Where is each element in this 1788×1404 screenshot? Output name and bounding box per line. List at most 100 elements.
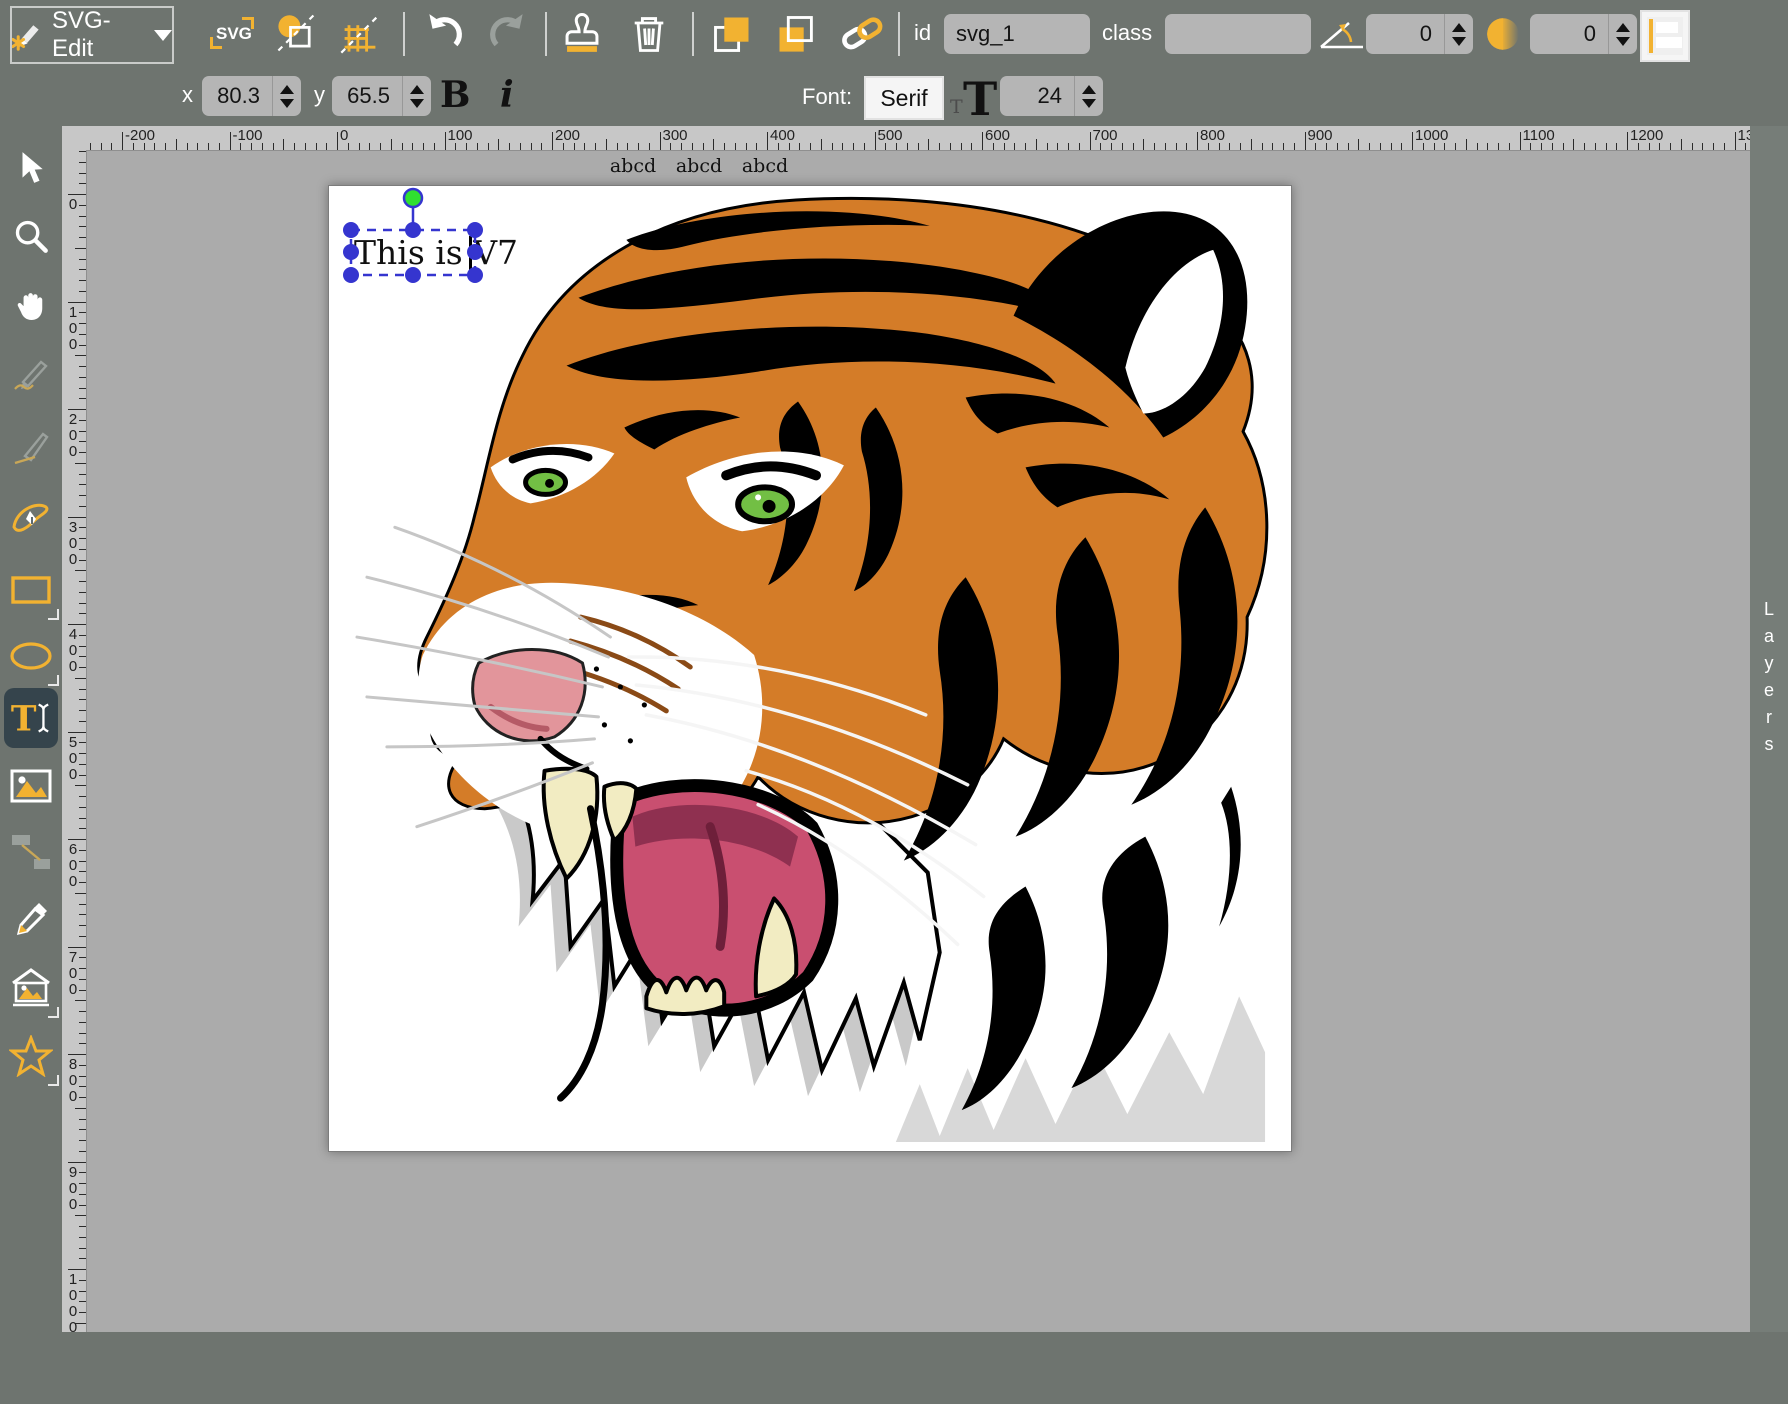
ruler-tick — [638, 143, 639, 150]
document-properties-button[interactable] — [272, 10, 320, 58]
pan-tool-button[interactable] — [7, 280, 55, 328]
ruler-tick — [1444, 143, 1445, 150]
svg-text:T: T — [11, 699, 37, 738]
main-menu-button[interactable]: SVG-Edit — [10, 6, 174, 64]
redo-button[interactable] — [484, 10, 532, 58]
text-tool-button[interactable]: T — [4, 688, 58, 748]
ruler-tick — [864, 143, 865, 150]
ruler-tick — [68, 1269, 86, 1270]
ruler-tick — [1563, 143, 1564, 150]
editor-preferences-button[interactable] — [336, 10, 384, 58]
move-to-top-button[interactable] — [708, 10, 756, 58]
bold-button[interactable]: B — [440, 74, 470, 116]
italic-button[interactable]: i — [500, 74, 514, 116]
selected-text-element[interactable]: This is V7 — [354, 233, 518, 273]
ruler-tick — [1143, 139, 1144, 150]
ruler-label: 600 — [65, 842, 81, 890]
ruler-tick — [756, 143, 757, 150]
align-button[interactable] — [1640, 10, 1690, 62]
ruler-tick — [1186, 143, 1187, 150]
ruler-tick — [982, 132, 983, 150]
pencil-icon — [11, 356, 51, 396]
angle-spinner[interactable] — [1444, 14, 1473, 54]
clone-button[interactable] — [558, 10, 606, 58]
ruler-tick — [692, 143, 693, 150]
font-size-spinner[interactable] — [1074, 76, 1103, 116]
ruler-tick — [767, 132, 768, 150]
svg-canvas[interactable]: This is V7 — [328, 185, 1292, 1152]
ruler-tick — [939, 143, 940, 150]
font-size-input[interactable] — [1000, 76, 1074, 116]
ruler-tick — [1025, 143, 1026, 150]
x-spinner[interactable] — [272, 76, 301, 116]
chevron-down-icon — [154, 30, 172, 41]
delete-button[interactable] — [625, 10, 673, 58]
ruler-tick — [79, 398, 86, 399]
redo-icon — [485, 11, 531, 57]
path-tool-button[interactable] — [7, 494, 55, 542]
ruler-tick — [1100, 143, 1101, 150]
shape-library-button[interactable] — [7, 964, 55, 1012]
ruler-tick — [1509, 143, 1510, 150]
ruler-tick — [445, 132, 446, 150]
x-input[interactable] — [202, 76, 272, 116]
undo-button[interactable] — [420, 10, 468, 58]
ruler-tick — [79, 474, 86, 475]
text-toolbar: x y B i abcd abcd abcd Font: Serif T T — [0, 68, 1788, 126]
ruler-tick — [79, 388, 86, 389]
ruler-label: 600 — [985, 127, 1010, 144]
class-input[interactable] — [1165, 14, 1311, 54]
ruler-label: 300 — [65, 520, 81, 568]
angle-input[interactable] — [1366, 14, 1444, 54]
ruler-label: 200 — [555, 127, 580, 144]
eyedropper-icon — [11, 899, 51, 941]
ruler-tick — [821, 139, 822, 150]
rect-icon — [10, 575, 52, 605]
select-arrow-icon — [14, 151, 48, 185]
ruler-label: 1100 — [1523, 127, 1555, 144]
blur-icon — [1483, 13, 1525, 55]
ellipse-icon — [9, 641, 53, 671]
line-tool-button[interactable] — [7, 424, 55, 472]
ruler-tick — [1229, 143, 1230, 150]
ruler-tick — [1079, 143, 1080, 150]
ruler-tick — [79, 1248, 86, 1249]
ruler-tick — [219, 143, 220, 150]
font-family-button[interactable]: Serif — [864, 76, 944, 120]
eyedropper-tool-button[interactable] — [7, 896, 55, 944]
ruler-tick — [294, 143, 295, 150]
ruler-tick — [574, 143, 575, 150]
rect-tool-button[interactable] — [7, 566, 55, 614]
ellipse-tool-button[interactable] — [7, 632, 55, 680]
image-tool-button[interactable] — [7, 762, 55, 810]
ruler-tick — [79, 710, 86, 711]
ruler-tick — [75, 248, 86, 249]
make-link-button[interactable] — [838, 10, 886, 58]
y-input[interactable] — [332, 76, 402, 116]
ruler-tick — [1122, 143, 1123, 150]
move-bottom-icon — [774, 12, 818, 56]
star-tool-button[interactable] — [7, 1032, 55, 1080]
layers-panel-tab[interactable]: Layers — [1750, 126, 1788, 1332]
image-icon — [10, 769, 52, 803]
y-spinner[interactable] — [402, 76, 431, 116]
left-toolbar: T — [0, 126, 62, 1332]
ruler-tick — [531, 143, 532, 150]
tiger-artwork[interactable] — [329, 186, 1289, 1149]
angle-icon — [1319, 17, 1365, 51]
ruler-tick — [1004, 143, 1005, 150]
select-tool-button[interactable] — [7, 144, 55, 192]
connector-tool-button[interactable] — [7, 828, 55, 876]
id-input[interactable] — [944, 14, 1090, 54]
blur-spinner[interactable] — [1608, 14, 1637, 54]
ruler-label: -200 — [125, 127, 155, 144]
blur-input[interactable] — [1530, 14, 1608, 54]
pencil-tool-button[interactable] — [7, 352, 55, 400]
star-icon — [9, 1035, 53, 1077]
svg-source-button[interactable]: SVG — [208, 10, 256, 58]
toolbar-separator — [692, 12, 694, 56]
zoom-tool-button[interactable] — [7, 212, 55, 260]
ruler-tick — [79, 689, 86, 690]
move-to-bottom-button[interactable] — [772, 10, 820, 58]
font-size-icon: T T — [950, 72, 996, 122]
